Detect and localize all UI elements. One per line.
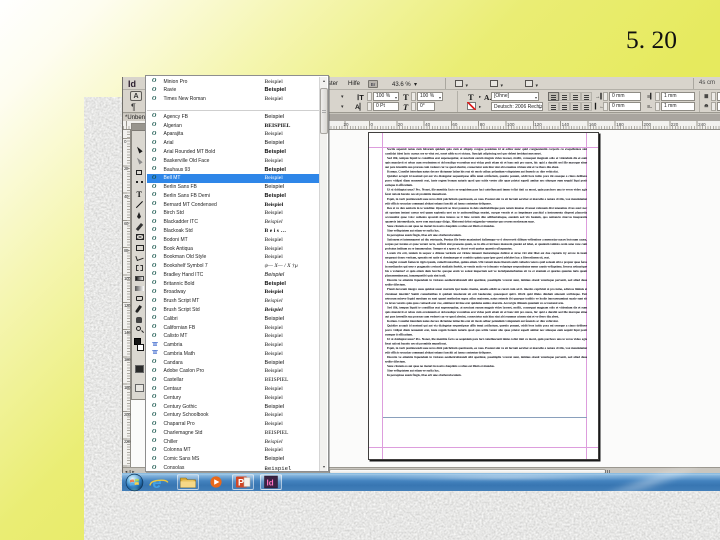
svg-text:P: P <box>238 478 244 488</box>
svg-text:Id: Id <box>267 479 274 488</box>
svg-text:e: e <box>153 475 162 490</box>
